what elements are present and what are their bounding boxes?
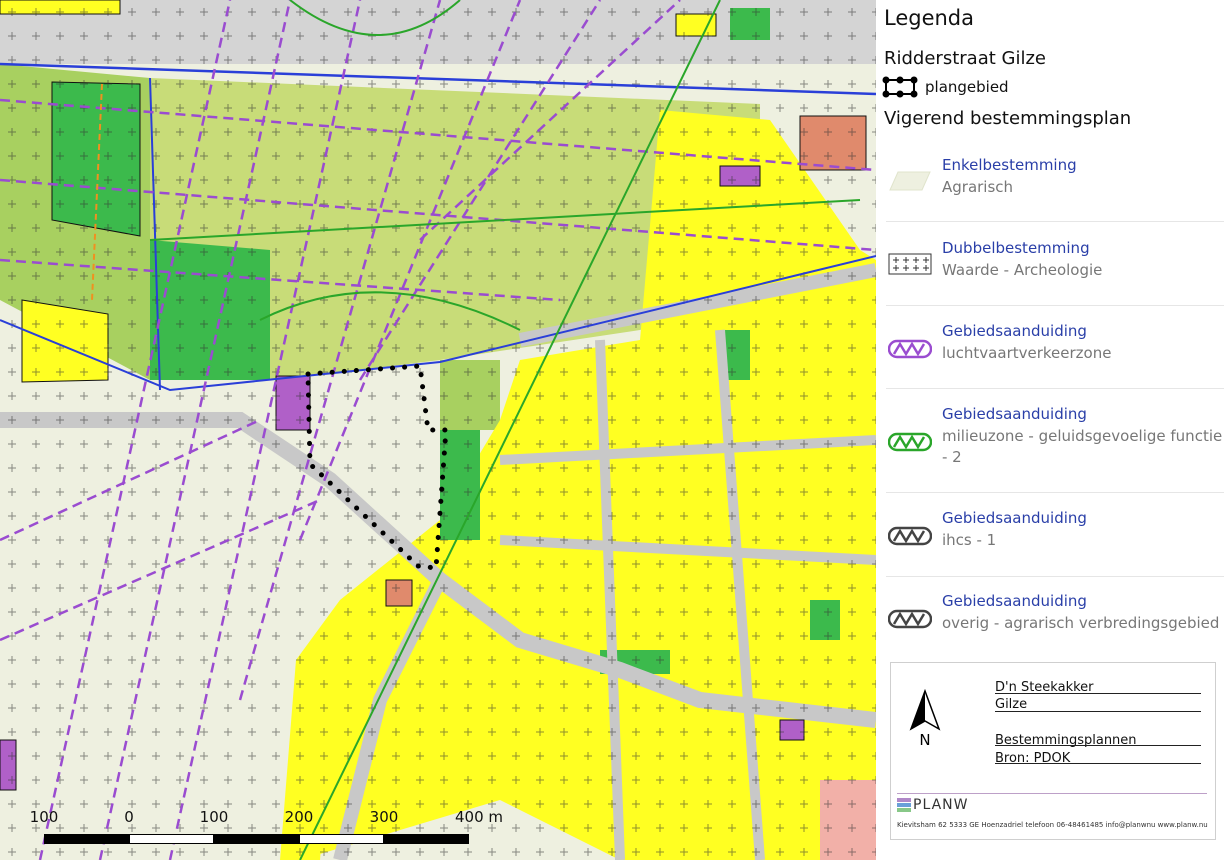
overig-swatch-icon bbox=[888, 609, 932, 629]
plangebied-swatch-icon bbox=[882, 76, 918, 98]
map-canvas[interactable]: 100 0 100 200 300 400 m bbox=[0, 0, 876, 860]
legend-item-head: Enkelbestemming bbox=[942, 156, 1077, 174]
ihcs-swatch-icon bbox=[888, 526, 932, 546]
scale-segment bbox=[44, 834, 129, 844]
legend-item-ihcs: Gebiedsaanduiding ihcs - 1 bbox=[876, 503, 1224, 573]
north-label: N bbox=[919, 731, 930, 747]
legend-section-title: Vigerend bestemmingsplan bbox=[884, 108, 1132, 129]
legend-item-sub: Waarde - Archeologie bbox=[942, 261, 1103, 279]
scale-label: 400 m bbox=[454, 808, 504, 826]
info-rule bbox=[995, 693, 1201, 694]
legend-divider bbox=[886, 305, 1224, 306]
scale-segment bbox=[384, 834, 469, 844]
legend-plangebied: plangebied bbox=[880, 74, 1210, 100]
info-rule bbox=[995, 745, 1201, 746]
legend-item-sub: luchtvaartverkeerzone bbox=[942, 344, 1112, 362]
legend-item-head: Gebiedsaanduiding bbox=[942, 509, 1087, 527]
legend-item-sub: ihcs - 1 bbox=[942, 531, 997, 549]
legend-item-milieuzone: Gebiedsaanduiding milieuzone - geluidsge… bbox=[876, 399, 1224, 489]
project-title: Ridderstraat Gilze bbox=[884, 48, 1046, 69]
legend-item-head: Gebiedsaanduiding bbox=[942, 322, 1087, 340]
legend-item-sub: Agrarisch bbox=[942, 178, 1014, 196]
agrarisch-swatch-icon bbox=[889, 171, 931, 191]
luchtvaart-swatch-icon bbox=[888, 339, 932, 359]
archeologie-overlay bbox=[0, 0, 876, 860]
planw-logo-icon bbox=[897, 798, 911, 812]
legend-item-archeologie: Dubbelbestemming Waarde - Archeologie bbox=[876, 233, 1224, 303]
scale-label: 0 bbox=[124, 808, 134, 826]
legend-item-overig: Gebiedsaanduiding overig - agrarisch ver… bbox=[876, 586, 1224, 656]
legend-title: Legenda bbox=[884, 6, 975, 30]
scale-segment bbox=[129, 834, 214, 844]
legend-item-agrarisch: Enkelbestemming Agrarisch bbox=[876, 150, 1224, 220]
map-drawing bbox=[0, 0, 876, 860]
footer-text: Kievitsham 62 5333 GE Hoenzadriel telefo… bbox=[897, 821, 1208, 829]
brand-name: PLANW bbox=[913, 797, 969, 813]
scale-segment bbox=[299, 834, 384, 844]
legend-divider bbox=[886, 221, 1224, 222]
legend-item-head: Gebiedsaanduiding bbox=[942, 592, 1087, 610]
scale-segment bbox=[214, 834, 299, 844]
legend-item-sub: milieuzone - geluidsgevoelige functie - … bbox=[942, 427, 1223, 466]
info-rule bbox=[995, 711, 1201, 712]
legend-item-luchtvaart: Gebiedsaanduiding luchtvaartverkeerzone bbox=[876, 316, 1224, 386]
legend-panel: Legenda Ridderstraat Gilze plangebied Vi… bbox=[876, 0, 1224, 860]
archeologie-swatch-icon bbox=[888, 253, 932, 275]
info-rule bbox=[995, 763, 1201, 764]
scale-bar: 100 0 100 200 300 400 m bbox=[0, 800, 560, 860]
scale-label: 100 bbox=[199, 808, 229, 826]
scale-label: 200 bbox=[284, 808, 314, 826]
legend-item-head: Dubbelbestemming bbox=[942, 239, 1090, 257]
legend-divider bbox=[886, 576, 1224, 577]
info-place: Gilze bbox=[995, 697, 1028, 712]
title-block: N D'n Steekakker Gilze Bestemmingsplanne… bbox=[890, 662, 1216, 840]
milieuzone-swatch-icon bbox=[888, 432, 932, 452]
legend-item-head: Gebiedsaanduiding bbox=[942, 405, 1087, 423]
legend-item-sub: overig - agrarisch verbredingsgebied bbox=[942, 614, 1220, 632]
legend-divider bbox=[886, 388, 1224, 389]
scale-label: 300 bbox=[369, 808, 399, 826]
plangebied-label: plangebied bbox=[925, 78, 1009, 96]
info-rule bbox=[897, 793, 1207, 794]
north-arrow-icon: N bbox=[909, 689, 941, 747]
legend-divider bbox=[886, 492, 1224, 493]
brand-logo: PLANW bbox=[897, 797, 968, 813]
scale-label: 100 bbox=[29, 808, 59, 826]
